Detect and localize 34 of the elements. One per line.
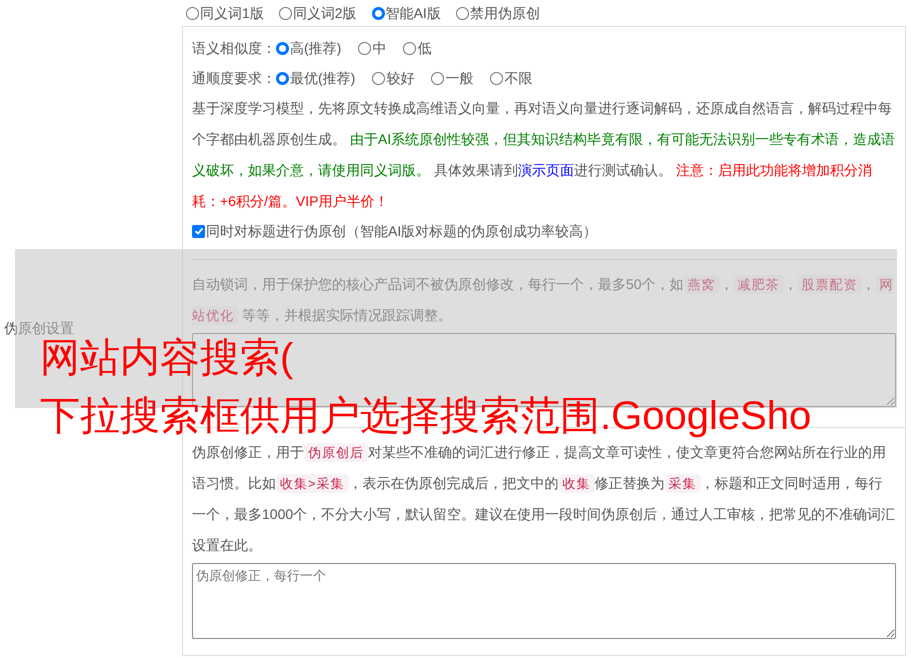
option-label: 高(推荐) [290, 38, 342, 58]
option-label: 一般 [445, 68, 474, 88]
checkbox-label: 同时对标题进行伪原创（智能AI版对标题的伪原创成功率较高） [206, 222, 598, 240]
radio-button[interactable] [372, 6, 385, 20]
section-label: 伪原创设置 [4, 318, 74, 338]
radio-button[interactable] [456, 6, 469, 20]
option-label: 较好 [386, 68, 414, 88]
radio-button[interactable] [403, 42, 416, 54]
ai-description: 基于深度学习模型，先将原文转换成高维语义向量，再对语义向量进行逐词解码，还原成自然语言，解码过程中每个字都由机器原创生成。 由于AI系统原创性较强，但其知识结构毕竟有限，有可能无法识别一些专有术语，造成语义破坏，如果介意，请使用同义词版。 具体效果请到演示页面进行测试确认。 注意：启用此功能将增加积分消耗：+6积分/篇。VIP用户半价！ [192, 99, 896, 211]
radio-button[interactable] [490, 72, 504, 84]
demo-link[interactable]: 演示页面 [518, 162, 574, 178]
mode-option-label: 禁用伪原创 [470, 4, 540, 22]
setting-label: 语义相似度： [192, 38, 276, 58]
radio-button[interactable] [186, 6, 199, 20]
mode-option-label: 智能AI版 [386, 4, 441, 22]
radio-button[interactable] [276, 72, 289, 84]
radio-button[interactable] [276, 42, 289, 54]
setting-label: 通顺度要求： [192, 68, 276, 88]
radio-button[interactable] [431, 72, 444, 84]
option-label: 中 [372, 38, 386, 58]
overlay-text: 网站内容搜索( [40, 336, 294, 380]
option-label: 最优(推荐) [290, 68, 356, 88]
mode-option-label: 同义词1版 [200, 4, 264, 22]
mode-option-label: 同义词2版 [292, 4, 357, 22]
overlay-text: 下拉搜索框供用户选择搜索范围.GoogleSho [40, 394, 812, 438]
correction-description: 伪原创修正，用于 伪原创后 对某些不准确的词汇进行修正，提高文章可读性，使文章更符合您网站所在行业的用语习惯。比如 收集>采集 ，表示在伪原创完成后，把文中的 收集 修正替换为 采集 ，标题和正文同时适用，每行一个，最多1000个，不分大小写，默认留空。建议在使用一段时间伪原创后，通过人工审核，把常见的不准确词汇设置在此。 [192, 442, 896, 555]
correction-field[interactable]: 伪原创修正，每行一个 [192, 563, 896, 639]
radio-button[interactable] [358, 42, 372, 54]
option-label: 不限 [504, 68, 532, 88]
checkbox[interactable] [192, 224, 205, 238]
radio-button[interactable] [372, 72, 386, 84]
lock-words-description: 自动锁词，用于保护您的核心产品词不被伪原创修改，每行一个，最多50个，如 燕窝 ， 减肥茶 ， 股票配资 ， 网站优化 等等，并根据实际情况跟踪调整。 [192, 274, 895, 327]
option-label: 低 [417, 38, 432, 58]
radio-button[interactable] [278, 6, 292, 20]
